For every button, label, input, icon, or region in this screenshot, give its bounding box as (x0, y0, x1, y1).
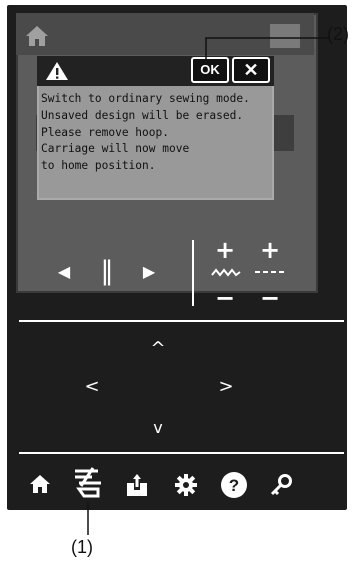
callout-label-1: (1) (71, 537, 93, 557)
callout-label-2: (2) (327, 24, 349, 44)
callout-lines (87, 37, 330, 535)
